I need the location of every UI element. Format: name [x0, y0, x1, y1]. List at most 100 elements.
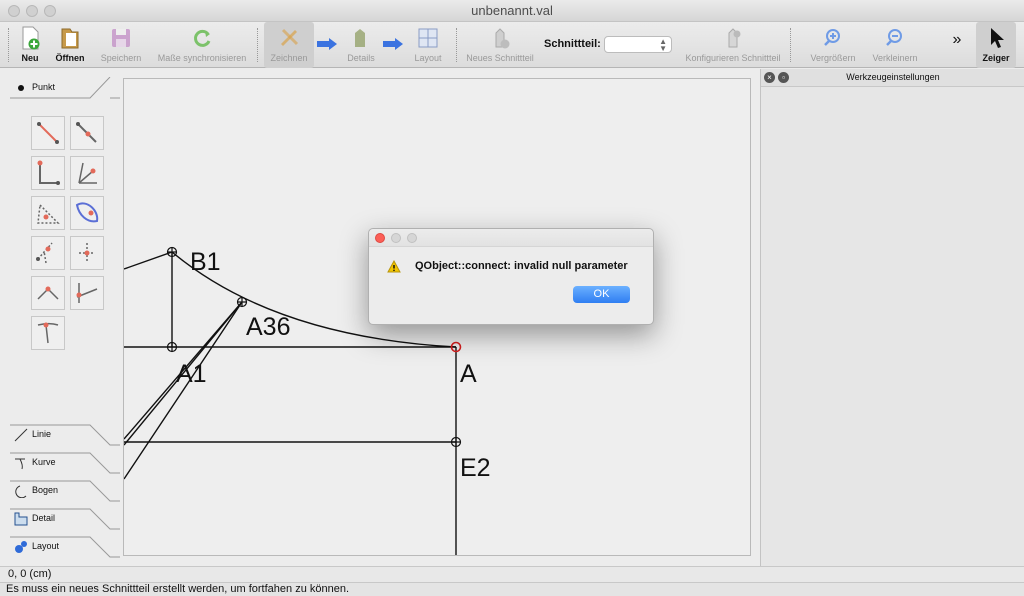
status-message: Es muss ein neues Schnittteil erstellt w… [0, 582, 1024, 596]
layout-label: Layout [414, 53, 442, 63]
dialog-close-button[interactable] [375, 233, 385, 243]
tab-layout[interactable]: Layout [10, 536, 120, 558]
new-label: Neu [21, 53, 39, 63]
point-of-contact-tool-icon [37, 286, 59, 300]
line-intersect-axis-tool-icon [76, 283, 98, 303]
toolbar-separator-3 [790, 28, 791, 62]
configure-piece-button[interactable]: Konfigurieren Schnittteil [684, 22, 782, 68]
tool-options-title: Werkzeugeinstellungen [846, 72, 940, 82]
layout-mode-button[interactable]: Layout [408, 22, 448, 68]
ok-button[interactable]: OK [573, 286, 630, 303]
bisector-tool-icon [78, 162, 97, 184]
error-dialog: QObject::connect: invalid null parameter… [368, 228, 654, 325]
zoom-in-label: Vergrößern [810, 53, 856, 63]
cursor-coordinates: 0, 0 (cm) [0, 566, 1024, 582]
open-label: Öffnen [55, 53, 85, 63]
pointer-label: Zeiger [982, 53, 1010, 63]
new-button[interactable]: Neu [14, 22, 46, 68]
new-piece-label: Neues Schnittteil [466, 53, 534, 63]
close-window-button[interactable] [8, 5, 20, 17]
triangle-tool-icon [37, 203, 60, 224]
tab-layout-label: Layout [32, 541, 60, 551]
tab-line-label: Linie [32, 429, 52, 439]
curve-icon [15, 458, 25, 470]
dialog-title-bar [369, 229, 653, 247]
configure-label: Konfigurieren Schnittteil [685, 53, 781, 63]
toolbar-separator [257, 28, 258, 62]
tab-curve-label: Kurve [32, 457, 56, 467]
sync-arrows-icon [194, 29, 211, 47]
bisector-tool-button[interactable] [70, 156, 104, 190]
line-tool-icon [37, 122, 59, 144]
line-icon [14, 428, 28, 442]
dialog-zoom-button [407, 233, 417, 243]
shoulder-tool-button[interactable] [31, 236, 65, 270]
gears-icon [15, 541, 27, 553]
zoom-out-icon [886, 29, 902, 46]
floppy-disk-icon [112, 29, 130, 47]
layout-grid-icon [418, 28, 438, 48]
window-title: unbenannt.val [471, 3, 553, 18]
line-left-b1 [124, 251, 173, 270]
zoom-window-button[interactable] [44, 5, 56, 17]
stepper-icon: ▲ ▼ [659, 37, 667, 53]
toolbar-overflow-button[interactable]: » [944, 22, 970, 68]
pointer-button[interactable]: Zeiger [976, 22, 1016, 68]
tab-point[interactable]: Punkt [10, 77, 120, 99]
draw-mode-button[interactable]: Zeichnen [264, 22, 314, 68]
height-tool-button[interactable] [70, 236, 104, 270]
tab-curve[interactable]: Kurve [10, 452, 120, 474]
save-button[interactable]: Speichern [96, 22, 146, 68]
label-a: A [460, 360, 477, 388]
tab-arc[interactable]: Bogen [10, 480, 120, 502]
overflow-chevron-icon: » [952, 31, 962, 48]
toolbar-separator-2 [456, 28, 457, 62]
tab-point-label: Punkt [32, 82, 56, 92]
draw-label: Zeichnen [270, 53, 308, 63]
label-b1: B1 [190, 248, 221, 276]
dialog-minimize-button [391, 233, 401, 243]
new-piece-button[interactable]: Neues Schnittteil [464, 22, 536, 68]
spline-point-tool-button[interactable] [31, 316, 65, 350]
point-of-contact-tool-button[interactable] [31, 276, 65, 310]
curve-intersect-tool-button[interactable] [70, 196, 104, 230]
sync-measurements-button[interactable]: Maße synchronisieren [156, 22, 248, 68]
line-a36-3 [124, 301, 243, 480]
pencil-ruler-icon [281, 28, 299, 46]
curve-intersect-tool-icon [75, 202, 99, 223]
open-button[interactable]: Öffnen [52, 22, 88, 68]
sync-label: Maße synchronisieren [157, 53, 247, 63]
line-tool-button[interactable] [31, 116, 65, 150]
warning-icon [387, 260, 401, 273]
zoom-in-icon [824, 29, 840, 46]
new-document-icon [22, 26, 40, 50]
tab-line[interactable]: Linie [10, 424, 120, 446]
details-label: Details [347, 53, 375, 63]
tool-options-panel: × ▫ Werkzeugeinstellungen [760, 69, 1024, 566]
point-dot-icon [18, 85, 24, 91]
tab-detail[interactable]: Detail [10, 508, 120, 530]
cursor-arrow-icon [991, 28, 1004, 48]
spline-point-tool-icon [37, 322, 59, 344]
along-line-tool-button[interactable] [70, 116, 104, 150]
arrow-right-icon-2 [383, 38, 403, 50]
open-folder-icon [61, 28, 79, 49]
tool-panel: Punkt Linie Kurve Bogen Detail Layout [0, 69, 122, 566]
tool-options-header: × ▫ Werkzeugeinstellungen [761, 69, 1024, 87]
label-a36: A36 [246, 313, 290, 341]
normal-tool-icon [37, 160, 60, 185]
zoom-in-button[interactable]: Vergrößern [806, 22, 860, 68]
normal-tool-button[interactable] [31, 156, 65, 190]
tab-arc-label: Bogen [32, 485, 59, 495]
zoom-out-button[interactable]: Verkleinern [868, 22, 922, 68]
details-mode-button[interactable]: Details [342, 22, 380, 68]
piece-select[interactable]: ▲ ▼ [604, 36, 672, 53]
label-a1: A1 [176, 360, 207, 388]
triangle-tool-button[interactable] [31, 196, 65, 230]
save-label: Speichern [100, 53, 142, 63]
title-bar: unbenannt.val [0, 0, 1024, 22]
tab-detail-label: Detail [32, 513, 56, 523]
height-tool-icon [79, 243, 95, 263]
line-intersect-axis-tool-button[interactable] [70, 276, 104, 310]
minimize-window-button[interactable] [26, 5, 38, 17]
